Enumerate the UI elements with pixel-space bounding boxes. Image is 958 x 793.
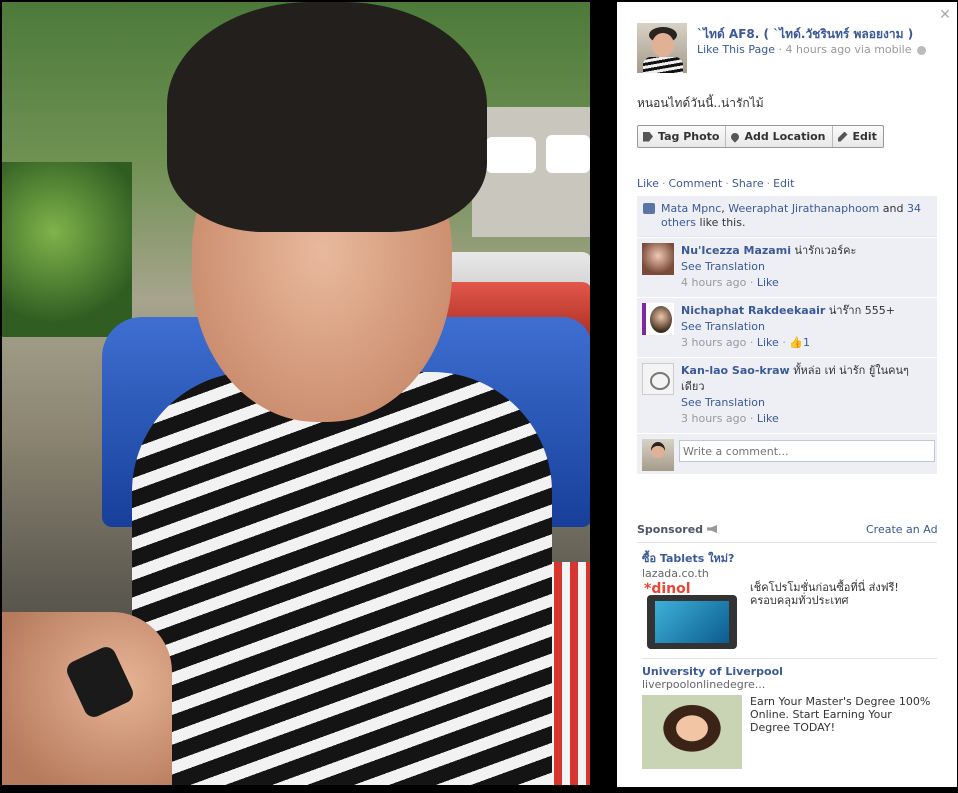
owner-avatar[interactable] <box>637 23 687 73</box>
likes-summary: Mata Mpnc, Weeraphat Jirathanaphoom and … <box>637 196 937 237</box>
ad-domain: lazada.co.th <box>642 567 709 580</box>
striped-shirt <box>132 372 552 785</box>
comment: Nu'Icezza Mazami น่ารักเวอร์คะ See Trans… <box>637 237 937 297</box>
edit-button[interactable]: Edit <box>833 126 883 147</box>
post-actions: Like · Comment · Share · Edit <box>637 177 795 190</box>
comment-like-link[interactable]: Like <box>757 412 779 425</box>
owner-name[interactable]: `ไทด์ AF8. ( `ไทด์.วัชรินทร์ พลอยงาม ) <box>697 25 913 44</box>
comment-time[interactable]: 3 hours ago <box>681 336 746 349</box>
map-pin-icon <box>729 130 742 143</box>
photo-caption: หนอนไทด์วันนี้..น่ารักไม้ <box>637 96 764 110</box>
tag-photo-button[interactable]: Tag Photo <box>638 126 727 147</box>
ad-title[interactable]: University of Liverpool <box>642 665 937 678</box>
liker-link[interactable]: Mata Mpnc <box>661 202 721 215</box>
ad-image[interactable] <box>642 695 742 769</box>
avatar[interactable] <box>642 303 674 335</box>
comment-like-link[interactable]: Like <box>757 336 779 349</box>
ad-item[interactable]: ซื้อ Tablets ใหม่? lazada.co.th *dinol เ… <box>642 549 937 651</box>
post-time[interactable]: 4 hours ago via mobile <box>786 43 912 56</box>
comment: Nichaphat Rakdeekaair น่าร๊าก 555+ See T… <box>637 297 937 357</box>
background-tree <box>2 162 132 337</box>
commenter-name[interactable]: Nichaphat Rakdeekaair <box>681 304 825 317</box>
comment-link[interactable]: Comment <box>668 177 722 190</box>
post-meta: Like This Page · 4 hours ago via mobile <box>697 43 927 56</box>
comment-likes-count[interactable]: 👍1 <box>789 336 810 349</box>
write-comment-row <box>637 433 937 474</box>
comment-input[interactable] <box>679 440 935 462</box>
photo-viewer <box>0 0 617 787</box>
ad-domain: liverpoolonlinedegre... <box>642 678 766 691</box>
tablet-image <box>647 595 737 649</box>
commenter-name[interactable]: Nu'Icezza Mazami <box>681 244 791 257</box>
thumbs-up-icon <box>643 203 655 214</box>
background-sign <box>486 137 536 173</box>
share-link[interactable]: Share <box>732 177 764 190</box>
comment: Kan-lao Sao-kraw ทั้หล่อ เท่ น่ารัก ยู้ใ… <box>637 357 937 433</box>
ad-item[interactable]: University of Liverpool liverpoolonlined… <box>642 665 937 769</box>
like-link[interactable]: Like <box>637 177 659 190</box>
avatar[interactable] <box>642 363 674 395</box>
comment-like-link[interactable]: Like <box>757 276 779 289</box>
feedback-section: Mata Mpnc, Weeraphat Jirathanaphoom and … <box>637 196 937 474</box>
ad-body: Earn Your Master's Degree 100% Online. S… <box>750 695 931 734</box>
photo-action-buttons: Tag Photo Add Location Edit <box>637 125 884 148</box>
ad-title[interactable]: ซื้อ Tablets ใหม่? <box>642 549 937 567</box>
close-icon[interactable]: ✕ <box>938 8 952 22</box>
avatar <box>642 439 674 471</box>
add-location-button[interactable]: Add Location <box>726 126 833 147</box>
see-translation-link[interactable]: See Translation <box>681 320 765 333</box>
hair <box>167 2 487 232</box>
background-sign <box>546 135 590 173</box>
comment-text: น่ารักเวอร์คะ <box>794 244 857 257</box>
divider <box>637 542 937 543</box>
liker-link[interactable]: Weeraphat Jirathanaphoom <box>728 202 879 215</box>
edit-link[interactable]: Edit <box>773 177 794 190</box>
divider <box>642 658 937 659</box>
comment-time[interactable]: 4 hours ago <box>681 276 746 289</box>
photo[interactable] <box>2 2 590 785</box>
ad-body: เช็คโปรโมชั่นก่อนซื้อที่นี่ ส่งฟรี! ครอบ… <box>750 581 899 607</box>
create-ad-link[interactable]: Create an Ad <box>866 523 938 536</box>
tag-icon <box>643 131 653 142</box>
comment-time[interactable]: 3 hours ago <box>681 412 746 425</box>
see-translation-link[interactable]: See Translation <box>681 260 765 273</box>
pencil-icon <box>837 131 848 142</box>
see-translation-link[interactable]: See Translation <box>681 396 765 409</box>
megaphone-icon <box>707 525 718 533</box>
ad-image[interactable]: *dinol <box>642 581 742 651</box>
avatar[interactable] <box>642 243 674 275</box>
like-page-link[interactable]: Like This Page <box>697 43 775 56</box>
commenter-name[interactable]: Kan-lao Sao-kraw <box>681 364 790 377</box>
comment-text: น่าร๊าก 555+ <box>828 304 895 317</box>
globe-icon <box>917 45 927 55</box>
thumbs-up-icon: 👍 <box>789 336 804 349</box>
